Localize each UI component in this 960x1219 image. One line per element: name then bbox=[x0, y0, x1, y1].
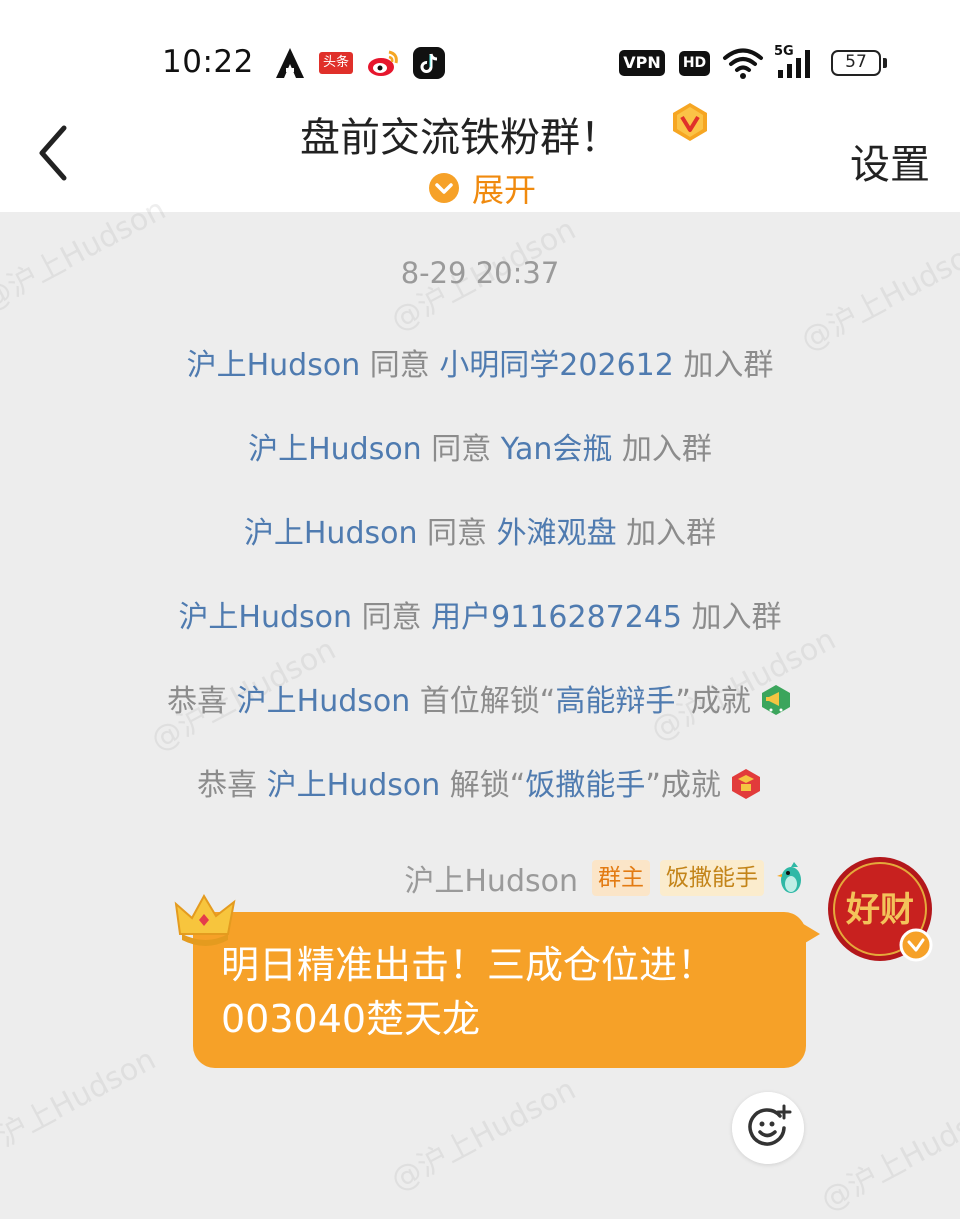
system-text: 首位解锁“ bbox=[410, 684, 556, 719]
bubble-tail bbox=[800, 922, 820, 946]
system-text: 同意 bbox=[352, 600, 432, 635]
achievement-link[interactable]: 高能辩手 bbox=[555, 684, 675, 719]
watermark: @沪上Hudson bbox=[0, 1041, 162, 1169]
expand-label: 展开 bbox=[472, 171, 537, 209]
expand-button[interactable]: 展开 bbox=[428, 168, 537, 209]
system-text: 同意 bbox=[417, 516, 497, 551]
system-text: 恭喜 bbox=[197, 768, 267, 803]
settings-button[interactable]: 设置 bbox=[850, 132, 930, 190]
verified-group-badge-icon bbox=[673, 103, 707, 141]
back-arrow-icon[interactable] bbox=[30, 122, 80, 184]
avatar-text: 好财 bbox=[845, 890, 914, 930]
system-text: 加入群 bbox=[682, 600, 782, 635]
user-link[interactable]: 沪上Hudson bbox=[267, 768, 441, 803]
battery-indicator: 57 bbox=[831, 50, 881, 76]
achievement-message: 恭喜 沪上Hudson 首位解锁“高能辩手”成就 bbox=[0, 676, 960, 720]
system-message: 沪上Hudson 同意 小明同学202612 加入群 bbox=[0, 340, 960, 384]
status-time: 10:22 bbox=[162, 44, 254, 80]
weibo-icon bbox=[368, 50, 398, 76]
watermark: @沪上Hudson bbox=[385, 1071, 582, 1199]
user-link[interactable]: 沪上Hudson bbox=[187, 348, 361, 383]
system-message: 沪上Hudson 同意 用户9116287245 加入群 bbox=[0, 592, 960, 636]
add-reaction-icon[interactable] bbox=[732, 1092, 804, 1164]
top-bar: 10:22 头条 VPN HD 5G 57 盘前交流铁粉群！ 展开 设置 bbox=[0, 0, 960, 212]
system-message: 沪上Hudson 同意 Yan会瓶 加入群 bbox=[0, 424, 960, 468]
system-text: 解锁“ bbox=[440, 768, 526, 803]
user-link[interactable]: 外滩观盘 bbox=[497, 516, 617, 551]
system-text: 同意 bbox=[360, 348, 440, 383]
user-link[interactable]: 沪上Hudson bbox=[178, 600, 352, 635]
group-owner-tag: 群主 bbox=[592, 860, 650, 896]
navigation-app-icon bbox=[276, 48, 304, 78]
page-title: 盘前交流铁粉群！ bbox=[300, 115, 620, 161]
tiktok-icon bbox=[413, 47, 445, 79]
system-text: 加入群 bbox=[616, 516, 717, 551]
status-bar: 10:22 头条 VPN HD 5G 57 bbox=[0, 0, 960, 100]
achievement-link[interactable]: 饭撒能手 bbox=[525, 768, 645, 803]
wifi-icon bbox=[723, 48, 763, 79]
achievement-message: 恭喜 沪上Hudson 解锁“饭撒能手”成就 bbox=[0, 760, 960, 804]
user-link[interactable]: 小明同学202612 bbox=[439, 348, 674, 383]
system-text: 同意 bbox=[421, 432, 501, 467]
crown-icon bbox=[174, 893, 236, 946]
user-link[interactable]: Yan会瓶 bbox=[501, 432, 613, 467]
message-bubble[interactable]: 明日精准出击！三成仓位进！ 003040楚天龙 bbox=[193, 912, 806, 1068]
user-link[interactable]: 沪上Hudson bbox=[237, 684, 411, 719]
system-text: ”成就 bbox=[645, 768, 721, 803]
chat-timestamp: 8-29 20:37 bbox=[400, 256, 560, 290]
system-text: 恭喜 bbox=[167, 684, 237, 719]
user-link[interactable]: 沪上Hudson bbox=[244, 516, 418, 551]
system-message: 沪上Hudson 同意 外滩观盘 加入群 bbox=[0, 508, 960, 552]
watermark: @沪上Hudson bbox=[815, 1091, 960, 1219]
gift-achievement-icon bbox=[731, 769, 760, 799]
toutiao-icon: 头条 bbox=[319, 52, 353, 74]
hd-badge: HD bbox=[679, 51, 710, 76]
system-text: 加入群 bbox=[673, 348, 774, 383]
battery-cap bbox=[883, 58, 887, 68]
vpn-badge: VPN bbox=[619, 50, 665, 76]
bird-badge-icon bbox=[777, 862, 801, 893]
chevron-down-icon bbox=[429, 173, 459, 203]
user-link[interactable]: 沪上Hudson bbox=[248, 432, 422, 467]
signal-icon bbox=[778, 50, 810, 78]
system-text: ”成就 bbox=[675, 684, 751, 719]
achievement-tag: 饭撒能手 bbox=[660, 860, 764, 896]
system-text: 加入群 bbox=[612, 432, 712, 467]
message-line: 003040楚天龙 bbox=[221, 997, 481, 1041]
megaphone-achievement-icon bbox=[761, 685, 790, 715]
user-link[interactable]: 用户9116287245 bbox=[431, 600, 682, 635]
sender-avatar[interactable]: 好财 bbox=[826, 855, 936, 965]
message-sender-row: 沪上Hudson 群主 饭撒能手 bbox=[404, 856, 808, 900]
message-line: 明日精准出击！三成仓位进！ bbox=[221, 943, 716, 987]
sender-name[interactable]: 沪上Hudson bbox=[404, 856, 578, 900]
